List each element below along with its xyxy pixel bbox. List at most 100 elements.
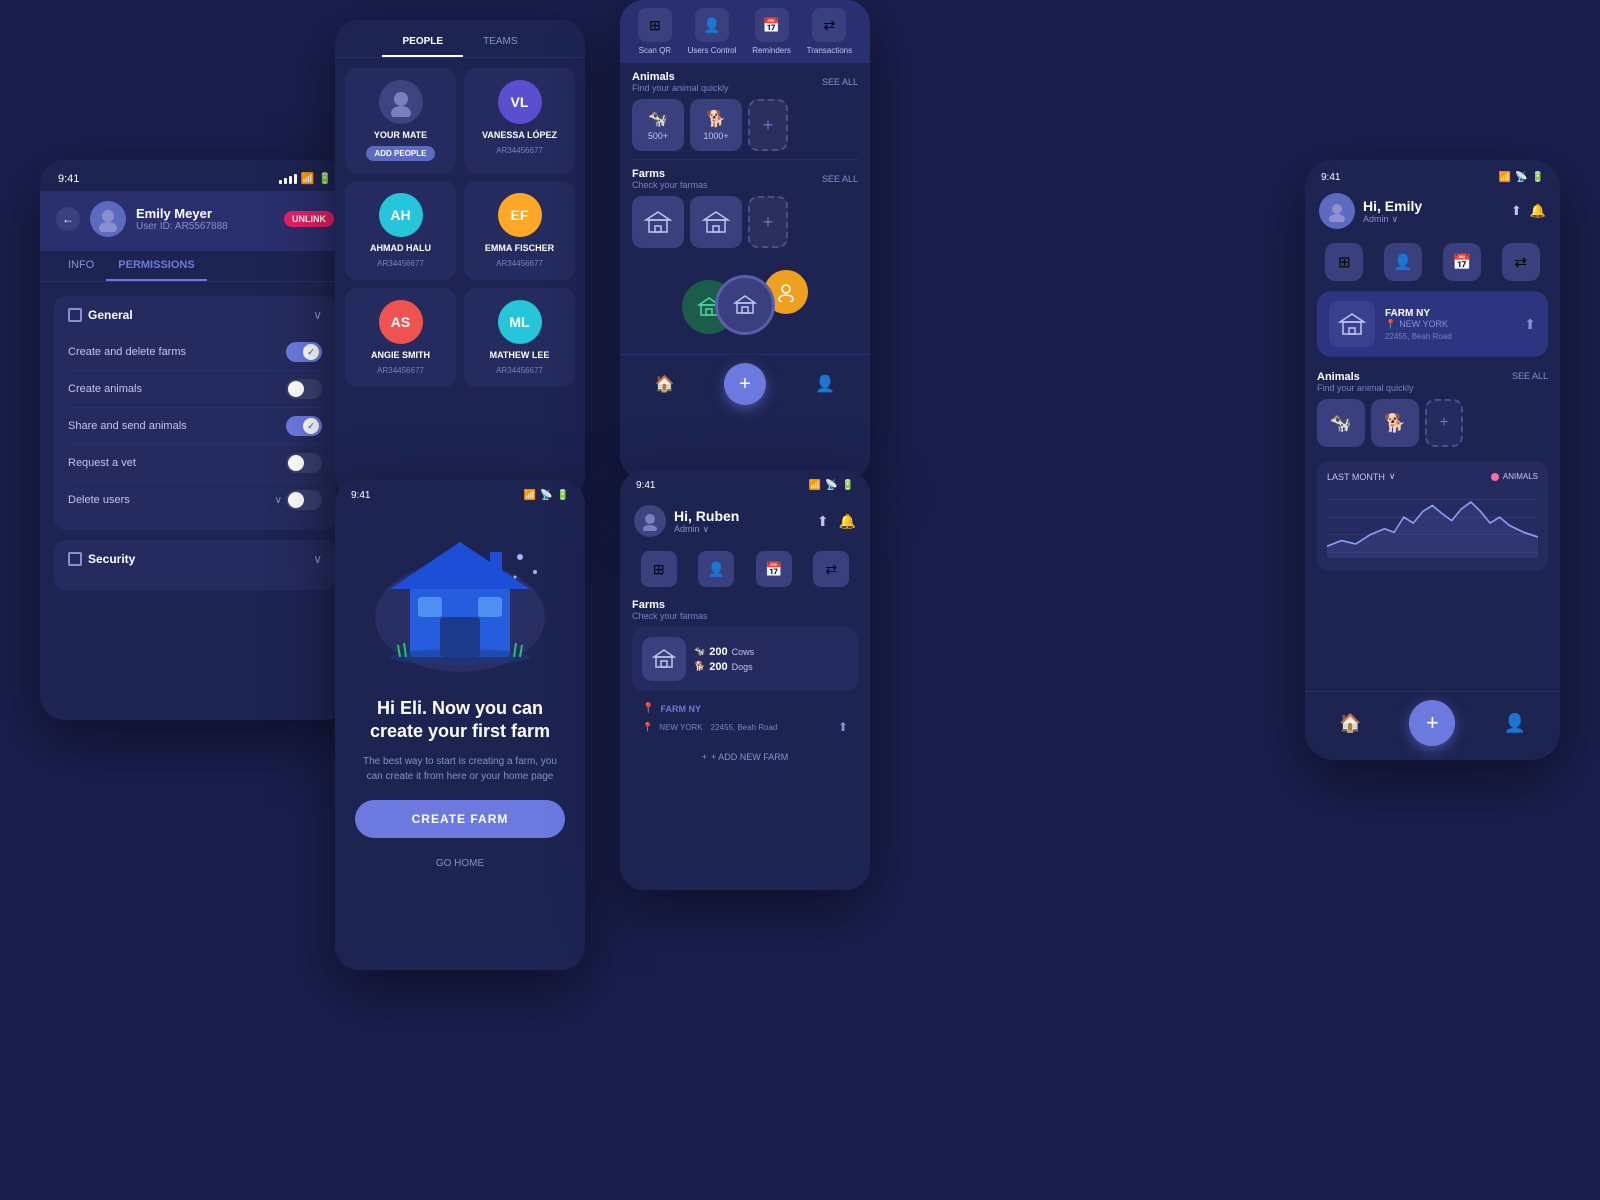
ahmad-avatar: AH: [379, 193, 423, 237]
reminders-icon-box: 📅: [755, 8, 789, 42]
emily-add-animal[interactable]: +: [1425, 399, 1463, 447]
dashboard-bottom-nav: 🏠 + 👤: [620, 354, 870, 413]
add-farm-button[interactable]: +: [748, 196, 788, 248]
go-home-link[interactable]: GO HOME: [335, 858, 585, 869]
emily-users-icon[interactable]: 👤: [1384, 243, 1422, 281]
bell-icon-emily[interactable]: 🔔: [1530, 203, 1546, 219]
chart-chevron: ∨: [1389, 471, 1396, 482]
status-bar-1: 9:41 📶 🔋: [40, 160, 350, 191]
add-people-button[interactable]: ADD PEOPLE: [366, 146, 434, 161]
dash-icon-scanqr[interactable]: ⊞ Scan QR: [638, 8, 672, 55]
emily-greeting: Hi, Emily: [1363, 198, 1422, 214]
mathew-id: AR34456677: [496, 366, 543, 375]
emily-calendar-icon[interactable]: 📅: [1443, 243, 1481, 281]
bell-icon[interactable]: 🔔: [839, 513, 856, 530]
back-button[interactable]: ←: [56, 207, 80, 231]
cow-label: Cows: [732, 647, 755, 657]
farm-item-1: [632, 196, 684, 248]
user-id: User ID: AR5567888: [136, 221, 228, 232]
ruben-avatar: [634, 505, 666, 537]
scanqr-label: Scan QR: [639, 46, 671, 55]
perm-row-3: Request a vet: [68, 445, 322, 482]
share-icon[interactable]: ⬆: [817, 513, 829, 530]
wifi-icon-emily: 📡: [1515, 172, 1527, 183]
scanqr-icon-5[interactable]: ⊞: [641, 551, 677, 587]
farms-see-all[interactable]: SEE ALL: [822, 174, 858, 184]
tab-permissions[interactable]: PERMISSIONS: [106, 251, 206, 281]
home-nav-icon[interactable]: 🏠: [655, 374, 675, 394]
security-collapse-icon[interactable]: ∨: [313, 552, 322, 566]
users-icon-5[interactable]: 👤: [698, 551, 734, 587]
transfer-icon-5[interactable]: ⇄: [813, 551, 849, 587]
person-card-angie: AS ANGIE SMITH AR34456677: [345, 288, 456, 387]
security-icon: [68, 552, 82, 566]
map-area: [632, 260, 858, 350]
phone-emily-card: 9:41 📶 📡 🔋 Hi, Emily Admin ∨: [1305, 160, 1560, 760]
farm-location: NEW YORK: [659, 723, 702, 732]
wifi-icon-4: 📡: [540, 490, 552, 501]
perm-row-0: Create and delete farms: [68, 334, 322, 371]
toggle-0[interactable]: [286, 342, 322, 362]
tab-people[interactable]: PEOPLE: [382, 28, 463, 57]
person-card-ahmad: AH AHMAD HALU AR34456677: [345, 181, 456, 280]
battery-icon: 🔋: [318, 172, 332, 185]
reminders-label: Reminders: [752, 46, 791, 55]
emily-qr-icon[interactable]: ⊞: [1325, 243, 1363, 281]
share-icon-emily[interactable]: ⬆: [1511, 203, 1522, 219]
general-title: General: [68, 308, 133, 322]
emma-id: AR34456677: [496, 259, 543, 268]
transactions-label: Transactions: [807, 46, 853, 55]
emily-farm-house-icon: [1329, 301, 1375, 347]
toggle-3[interactable]: [286, 453, 322, 473]
dash-icon-users[interactable]: 👤 Users Control: [688, 8, 737, 55]
ahmad-name: AHMAD HALU: [370, 243, 431, 253]
general-header: General ∨: [68, 308, 322, 322]
emily-see-all[interactable]: SEE ALL: [1512, 371, 1548, 393]
add-animal-button[interactable]: +: [748, 99, 788, 151]
farms-sub-detail: Check your farmas: [632, 611, 708, 621]
emily-animals-row: 🐄 🐕 +: [1317, 399, 1548, 447]
map-center-dot: [715, 275, 775, 335]
emily-farm-card: FARM NY 📍 NEW YORK 22455, Beah Road ⬆: [1317, 291, 1548, 357]
people-teams-tabs: PEOPLE TEAMS: [335, 28, 585, 58]
emily-transfer-icon[interactable]: ⇄: [1502, 243, 1540, 281]
dash-icon-transactions[interactable]: ⇄ Transactions: [807, 8, 853, 55]
legend-dot: [1491, 473, 1499, 481]
toggle-1[interactable]: [286, 379, 322, 399]
emily-home-nav[interactable]: 🏠: [1339, 713, 1361, 734]
emily-animals-sub: Find your animal quickly: [1317, 383, 1414, 393]
dash-icon-reminders[interactable]: 📅 Reminders: [752, 8, 791, 55]
people-grid: YOUR MATE ADD PEOPLE VL VANESSA LÓPEZ AR…: [335, 58, 585, 397]
signal-icon: [279, 174, 297, 184]
cow-icon: 🐄: [648, 109, 668, 129]
unlink-badge[interactable]: UNLINK: [284, 211, 334, 227]
toggle-4[interactable]: [286, 490, 322, 510]
emily-profile-nav[interactable]: 👤: [1504, 713, 1526, 734]
emily-fab-button[interactable]: +: [1409, 700, 1455, 746]
animals-see-all[interactable]: SEE ALL: [822, 77, 858, 87]
perm-label-0: Create and delete farms: [68, 346, 186, 358]
profile-nav-icon[interactable]: 👤: [815, 374, 835, 394]
farm-house-icon-2: [702, 210, 730, 234]
emily-farm-name: FARM NY: [1385, 308, 1452, 319]
calendar-icon-5[interactable]: 📅: [756, 551, 792, 587]
farms-section-detail: Farms Check your farmas 🐄: [620, 593, 870, 746]
chart-legend: ANIMALS: [1491, 472, 1538, 481]
user-icon-orange: [776, 282, 796, 302]
farm-house-svg: [360, 517, 560, 677]
tab-info[interactable]: INFO: [56, 251, 106, 281]
animals-header: Animals Find your animal quickly SEE ALL: [632, 71, 858, 93]
farms-row: +: [632, 196, 858, 248]
toggle-2[interactable]: [286, 416, 322, 436]
add-new-farm-button[interactable]: + + ADD NEW FARM: [620, 746, 870, 768]
collapse-icon[interactable]: ∨: [313, 308, 322, 322]
user-header: ← Emily Meyer User ID: AR5567888 UNLINK: [40, 191, 350, 251]
dog-emoji: 🐕: [694, 661, 705, 672]
emily-farm-location: 📍 NEW YORK: [1385, 319, 1452, 330]
tab-teams[interactable]: TEAMS: [463, 28, 537, 57]
phone-farm-detail-card: 9:41 📶 📡 🔋 Hi, Ruben Admin ∨: [620, 470, 870, 890]
farm-address: 22455, Beah Road: [711, 723, 778, 732]
dog-row: 🐕 200 Dogs: [694, 661, 754, 673]
fab-add-button[interactable]: +: [724, 363, 766, 405]
create-farm-button[interactable]: CREATE FARM: [355, 800, 565, 838]
